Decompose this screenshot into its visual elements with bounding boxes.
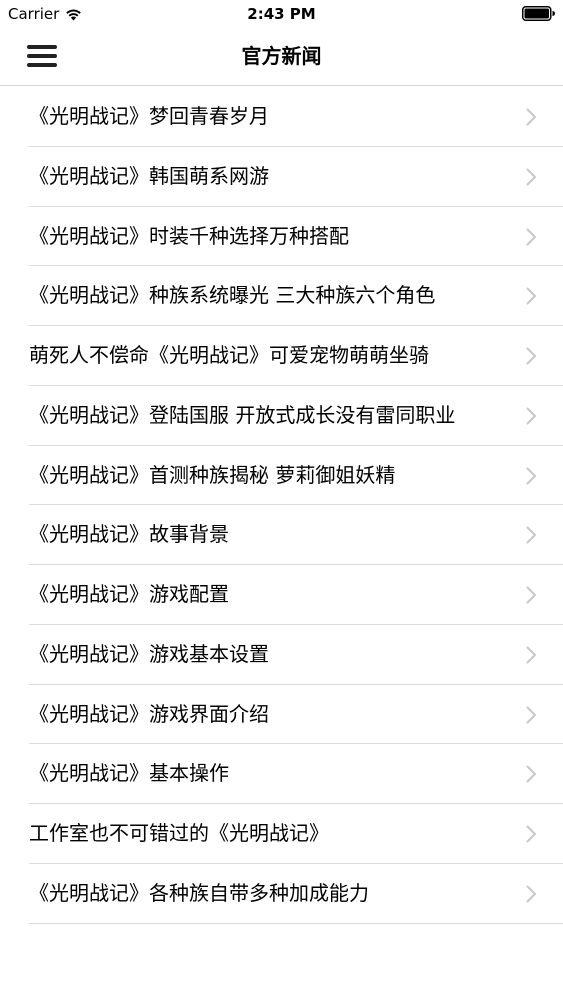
battery-icon — [522, 6, 555, 21]
news-title: 《光明战记》登陆国服 开放式成长没有雷同职业 — [29, 402, 456, 427]
news-list-item[interactable]: 《光明战记》游戏配置 — [0, 565, 563, 625]
chevron-right-icon — [526, 586, 536, 604]
news-list-item[interactable]: 《光明战记》韩国萌系网游 — [0, 147, 563, 207]
news-list-item[interactable]: 《光明战记》梦回青春岁月 — [0, 87, 563, 147]
news-title: 《光明战记》种族系统曝光 三大种族六个角色 — [29, 283, 436, 308]
news-title: 《光明战记》基本操作 — [29, 761, 229, 786]
news-title: 工作室也不可错过的《光明战记》 — [29, 821, 329, 845]
news-list-item[interactable]: 工作室也不可错过的《光明战记》 — [0, 804, 563, 864]
news-title: 《光明战记》韩国萌系网游 — [29, 163, 269, 188]
chevron-right-icon — [526, 347, 536, 365]
chevron-right-icon — [526, 228, 536, 245]
news-title: 《光明战记》游戏界面介绍 — [29, 701, 269, 726]
news-list-item[interactable]: 《光明战记》登陆国服 开放式成长没有雷同职业 — [0, 386, 563, 446]
news-title: 《光明战记》游戏配置 — [29, 582, 229, 606]
news-title: 《光明战记》时装千种选择万种搭配 — [29, 223, 349, 248]
chevron-right-icon — [526, 467, 536, 484]
news-title: 萌死人不偿命《光明战记》可爱宠物萌萌坐骑 — [29, 343, 429, 367]
news-title: 《光明战记》首测种族揭秘 萝莉御姐妖精 — [29, 462, 396, 487]
news-title: 《光明战记》游戏基本设置 — [29, 641, 269, 666]
news-list-item[interactable]: 《光明战记》故事背景 — [0, 505, 563, 565]
chevron-right-icon — [526, 287, 536, 305]
chevron-right-icon — [526, 108, 536, 126]
news-list-item[interactable]: 《光明战记》游戏基本设置 — [0, 625, 563, 685]
news-title: 《光明战记》故事背景 — [29, 522, 229, 547]
news-list-item[interactable]: 《光明战记》基本操作 — [0, 744, 563, 804]
chevron-right-icon — [526, 407, 536, 425]
news-list-item[interactable]: 《光明战记》种族系统曝光 三大种族六个角色 — [0, 266, 563, 326]
chevron-right-icon — [526, 526, 536, 544]
chevron-right-icon — [526, 706, 536, 723]
status-bar: Carrier 2:43 PM — [0, 0, 563, 28]
news-list-item[interactable]: 《光明战记》游戏界面介绍 — [0, 685, 563, 745]
news-list-item[interactable]: 《光明战记》首测种族揭秘 萝莉御姐妖精 — [0, 446, 563, 506]
news-list: 《光明战记》梦回青春岁月 《光明战记》韩国萌系网游《光明战记》时装千种选择万种搭配… — [0, 87, 563, 924]
news-list-item[interactable]: 萌死人不偿命《光明战记》可爱宠物萌萌坐骑 — [0, 326, 563, 386]
navigation-bar: 官方新闻 — [0, 28, 563, 86]
chevron-right-icon — [526, 825, 536, 843]
chevron-right-icon — [526, 168, 536, 186]
news-list-item[interactable]: 《光明战记》各种族自带多种加成能力 — [0, 864, 563, 924]
news-title: 《光明战记》各种族自带多种加成能力 — [29, 880, 369, 905]
page-title: 官方新闻 — [241, 44, 322, 68]
chevron-right-icon — [526, 765, 536, 783]
news-title: 《光明战记》梦回青春岁月 — [29, 104, 269, 128]
status-time: 2:43 PM — [247, 5, 316, 23]
chevron-right-icon — [526, 646, 536, 664]
chevron-right-icon — [526, 885, 536, 903]
news-list-item[interactable]: 《光明战记》时装千种选择万种搭配 — [0, 207, 563, 267]
